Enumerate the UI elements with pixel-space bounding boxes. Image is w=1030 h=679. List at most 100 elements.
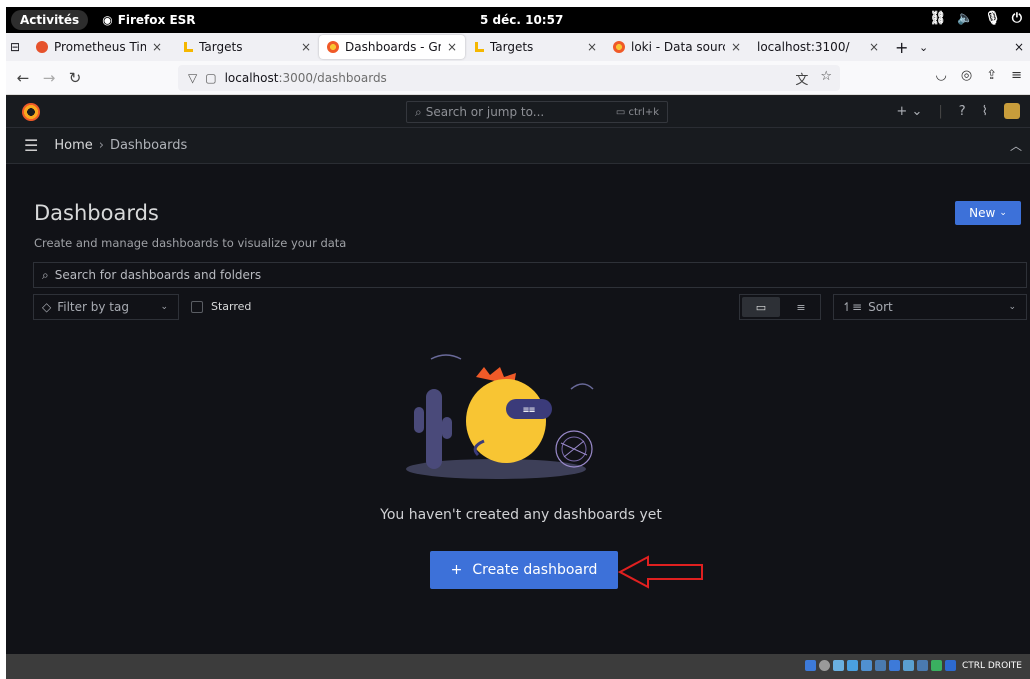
recording-icon[interactable]	[902, 660, 914, 671]
extensions-icon[interactable]: ⇪	[986, 68, 997, 83]
url-host: localhost	[224, 71, 279, 85]
tab-dashboards[interactable]: Dashboards - Graf ×	[319, 35, 465, 59]
clock[interactable]: 5 déc. 10:57	[480, 13, 563, 27]
dashboard-search-placeholder: Search for dashboards and folders	[54, 268, 262, 282]
tab-targets-2[interactable]: Targets ×	[465, 33, 605, 61]
hamburger-menu-icon[interactable]: ☰	[24, 136, 38, 155]
empty-state-illustration: ≡≡	[406, 354, 594, 479]
cactus-icon	[414, 389, 452, 469]
tab-list-icon[interactable]: ⊟	[6, 33, 28, 61]
empty-state-message: You haven't created any dashboards yet	[380, 507, 662, 523]
page-icon[interactable]: ▢	[205, 71, 216, 85]
new-tab-button[interactable]: +	[889, 33, 913, 61]
back-icon[interactable]: ←	[10, 69, 36, 87]
bookmark-star-icon[interactable]: ☆	[820, 69, 832, 88]
dashboard-search-input[interactable]: ⌕ Search for dashboards and folders	[33, 262, 1027, 288]
usb-icon[interactable]	[860, 660, 872, 671]
chevron-down-icon: ⌄	[1008, 302, 1016, 312]
url-actions: 文 ☆	[795, 69, 832, 88]
global-search-placeholder: Search or jump to...	[425, 105, 545, 119]
chevron-up-icon[interactable]: ︿	[1010, 137, 1022, 154]
pocket-icon[interactable]: ◡	[936, 68, 947, 83]
hard-disk-icon[interactable]	[804, 660, 816, 671]
create-dashboard-button[interactable]: + Create dashboard	[430, 551, 618, 589]
app-name: Firefox ESR	[117, 13, 196, 27]
close-icon[interactable]: ×	[731, 40, 741, 54]
red-arrow-annotation	[618, 555, 703, 589]
host-key-label: CTRL DROITE	[961, 660, 1022, 671]
checkbox-box[interactable]	[191, 300, 203, 313]
dashboards-page: Dashboards Create and manage dashboards …	[6, 164, 1030, 654]
tab-overflow-chevron-icon[interactable]: ⌄	[913, 33, 937, 61]
shared-folder-icon[interactable]	[874, 660, 886, 671]
keyboard-capture-icon[interactable]	[944, 660, 956, 671]
close-icon[interactable]: ×	[587, 40, 597, 54]
grafana-icon	[327, 41, 339, 53]
avatar[interactable]	[1004, 103, 1020, 119]
close-window-icon[interactable]: ×	[1008, 33, 1030, 61]
network-adapter-icon[interactable]	[846, 660, 858, 671]
audio-icon[interactable]	[832, 660, 844, 671]
add-menu-icon[interactable]: + ⌄	[896, 104, 922, 119]
vbox-status-icons: CTRL DROITE	[804, 660, 1022, 671]
breadcrumb-current: Dashboards	[109, 138, 188, 153]
targets-icon	[182, 41, 194, 53]
sort-select[interactable]: ↿≡ Sort ⌄	[833, 294, 1027, 320]
activities-button[interactable]: Activités	[11, 10, 89, 30]
chevron-down-icon: ⌄	[160, 302, 168, 312]
close-icon[interactable]: ×	[301, 40, 311, 54]
close-icon[interactable]: ×	[152, 40, 162, 54]
grafana-icon	[613, 41, 625, 53]
divider: |	[938, 103, 943, 119]
tab-loki[interactable]: loki - Data sources ×	[605, 33, 749, 61]
list-view-icon[interactable]: ≡	[782, 295, 820, 319]
system-tray[interactable]: ⛓ 🔈 🎙 ⏻	[929, 11, 1022, 26]
url-bar[interactable]: ▽ ▢ localhost:3000/dashboards 文 ☆	[178, 65, 840, 91]
tab-localhost[interactable]: localhost:3100/ ×	[749, 33, 889, 61]
cpu-icon[interactable]	[916, 660, 928, 671]
reload-icon[interactable]: ↻	[62, 69, 88, 87]
nav-bar: ← → ↻ ▽ ▢ localhost:3000/dashboards 文 ☆ …	[6, 61, 1030, 95]
wind-line	[570, 383, 594, 390]
sort-icon: ↿≡	[842, 300, 863, 314]
grafana-logo-icon[interactable]	[22, 103, 40, 121]
targets-icon	[473, 41, 484, 53]
menu-icon[interactable]: ≡	[1011, 68, 1022, 83]
breadcrumb-bar: ☰ Home › Dashboards ︿	[6, 128, 1030, 164]
network-icon: ⛓	[929, 11, 946, 26]
view-toggle: ▭ ≡	[739, 294, 821, 320]
help-icon[interactable]: ?	[959, 104, 966, 119]
new-button[interactable]: New ⌄	[955, 201, 1021, 225]
close-icon[interactable]: ×	[447, 40, 457, 54]
translate-icon[interactable]: 文	[795, 69, 808, 88]
mascot-icon: ≡≡	[466, 367, 552, 463]
optical-drive-icon[interactable]	[818, 660, 830, 671]
guest-additions-icon[interactable]	[930, 660, 942, 671]
prometheus-icon	[36, 41, 48, 53]
svg-text:≡≡: ≡≡	[523, 405, 535, 416]
tab-strip: ⊟ Prometheus Time S × Targets × Dashboar…	[6, 33, 1030, 61]
chevron-right-icon: ›	[98, 138, 104, 153]
chevron-down-icon: ⌄	[999, 208, 1007, 218]
tag-filter-select[interactable]: ◇ Filter by tag ⌄	[33, 294, 179, 320]
forward-icon[interactable]: →	[36, 69, 62, 87]
search-icon: ⌕	[42, 267, 49, 282]
keyboard-icon: ▭	[615, 106, 629, 118]
account-icon[interactable]: ◎	[961, 68, 972, 83]
display-icon[interactable]	[888, 660, 900, 671]
tab-targets[interactable]: Targets ×	[174, 33, 319, 61]
folder-view-icon[interactable]: ▭	[742, 297, 780, 317]
global-search-input[interactable]: ⌕ Search or jump to... ▭ ctrl+k	[406, 101, 668, 123]
page-subtitle: Create and manage dashboards to visualiz…	[34, 236, 347, 250]
tumbleweed-icon	[555, 430, 593, 468]
news-feed-icon[interactable]: ⌇	[982, 104, 988, 119]
firefox-icon: ◉	[102, 13, 113, 27]
starred-checkbox[interactable]: Starred	[191, 300, 251, 313]
tab-prometheus[interactable]: Prometheus Time S ×	[28, 33, 174, 61]
app-menu[interactable]: ◉ Firefox ESR	[102, 13, 195, 27]
volume-icon: 🔈	[957, 11, 974, 26]
breadcrumb-home[interactable]: Home	[54, 138, 92, 153]
close-icon[interactable]: ×	[869, 40, 879, 54]
power-icon: ⏻	[1011, 11, 1022, 26]
shield-icon[interactable]: ▽	[188, 71, 197, 85]
